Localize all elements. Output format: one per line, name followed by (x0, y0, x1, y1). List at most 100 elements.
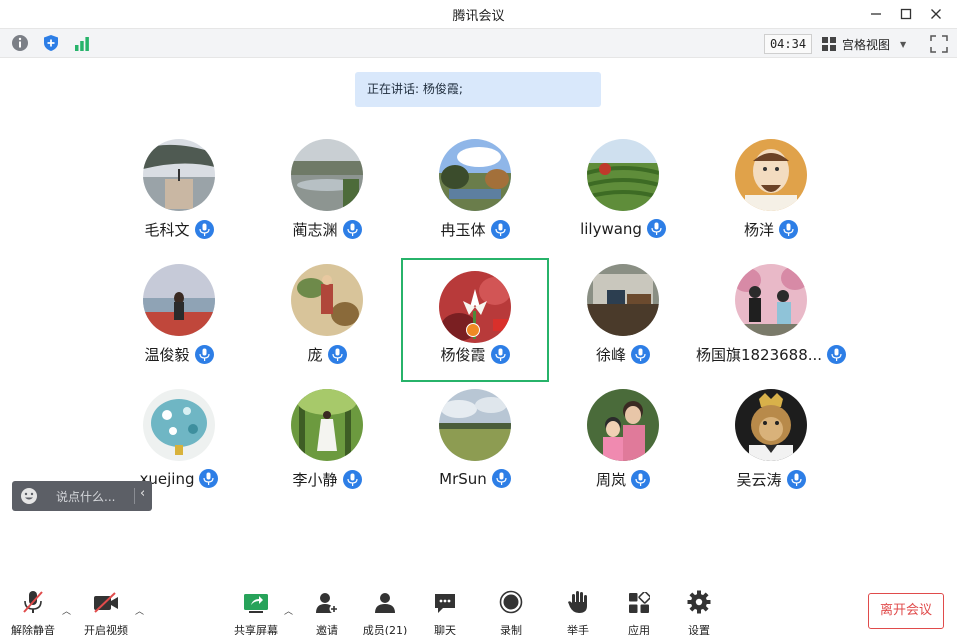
emoji-icon[interactable] (20, 487, 38, 505)
invite-button[interactable]: 邀请 (297, 590, 357, 635)
participant-name-row: 蔺志渊 (253, 219, 401, 240)
participant-name: 徐峰 (595, 346, 626, 364)
microphone-icon (631, 470, 650, 489)
active-speaker-tile[interactable]: 杨俊霞 (401, 258, 549, 382)
microphone-muted-icon (23, 591, 43, 613)
share-screen-button[interactable]: 共享屏幕 (226, 590, 286, 635)
participant-name: 毛科文 (144, 221, 190, 239)
shield-icon[interactable] (42, 34, 60, 52)
meeting-window: 腾讯会议 04:34 宫格视图 ▼ 正在讲话: 杨俊霞; 毛科文 蔺志渊 冉玉体… (0, 0, 957, 635)
microphone-icon (631, 345, 650, 364)
maximize-icon[interactable] (891, 2, 921, 26)
participant-tile[interactable]: 徐峰 (549, 251, 697, 375)
minimize-icon[interactable] (861, 2, 891, 26)
avatar (291, 139, 363, 211)
microphone-icon (199, 469, 219, 488)
microphone-icon (490, 220, 510, 239)
apps-icon (629, 592, 650, 613)
leave-meeting-button[interactable]: 离开会议 (868, 593, 944, 629)
participant-name-row: 李小静 (253, 469, 401, 490)
record-icon (499, 590, 523, 614)
chat-placeholder: 说点什么... (56, 489, 116, 504)
participant-tile[interactable]: 杨洋 (697, 126, 845, 250)
participant-name: 李小静 (292, 471, 338, 489)
unmute-button[interactable]: 解除静音 (3, 590, 63, 635)
microphone-icon (327, 345, 347, 364)
share-screen-label: 共享屏幕 (234, 624, 278, 635)
members-icon (375, 593, 395, 613)
participant-tile[interactable]: 庞 (253, 251, 401, 375)
microphone-icon (646, 219, 666, 238)
participant-name-row: 杨洋 (697, 219, 845, 240)
microphone-icon (491, 469, 511, 488)
participant-name: 温俊毅 (144, 346, 190, 364)
participant-tile[interactable]: 毛科文 (105, 126, 253, 250)
share-screen-icon (244, 594, 268, 613)
participant-tile[interactable]: MrSun (401, 376, 549, 500)
participant-tile[interactable]: 周岚 (549, 376, 697, 500)
avatar (439, 389, 511, 461)
participant-name: 杨俊霞 (440, 346, 486, 364)
participant-tile[interactable]: 温俊毅 (105, 251, 253, 375)
raise-hand-label: 举手 (567, 624, 589, 635)
participant-tile[interactable]: 李小静 (253, 376, 401, 500)
avatar (143, 264, 215, 336)
members-label: 成员(21) (362, 624, 408, 635)
info-icon[interactable] (11, 34, 29, 52)
avatar (439, 139, 511, 211)
view-mode-dropdown[interactable]: 宫格视图 ▼ (822, 32, 922, 56)
hand-icon (568, 591, 587, 613)
fullscreen-icon[interactable] (930, 35, 948, 53)
window-title: 腾讯会议 (452, 9, 505, 24)
unmute-label: 解除静音 (11, 624, 55, 635)
record-button[interactable]: 录制 (481, 590, 541, 635)
start-video-label: 开启视频 (84, 624, 128, 635)
avatar (143, 139, 215, 211)
chevron-up-icon[interactable]: ︿ (284, 604, 293, 617)
microphone-icon (194, 345, 214, 364)
start-video-button[interactable]: 开启视频 (76, 590, 136, 635)
invite-label: 邀请 (316, 624, 338, 635)
meeting-toolbar: 04:34 宫格视图 ▼ (0, 28, 957, 58)
chevron-left-icon[interactable]: ‹ (140, 486, 145, 501)
participant-name: MrSun (439, 469, 487, 488)
members-button[interactable]: 成员(21) (355, 590, 415, 635)
chat-input[interactable]: 说点什么... ‹ (12, 481, 152, 511)
chevron-up-icon[interactable]: ︿ (62, 604, 71, 617)
avatar (735, 139, 807, 211)
participant-name: 杨洋 (743, 221, 774, 239)
close-icon[interactable] (921, 2, 951, 26)
participant-name: 吴云涛 (736, 471, 782, 489)
chat-icon (435, 594, 455, 613)
participant-tile[interactable]: 杨国旗1823688... (695, 251, 847, 375)
active-speaker-banner: 正在讲话: 杨俊霞; (355, 72, 601, 107)
participant-name-row: 温俊毅 (105, 344, 253, 365)
participant-tile[interactable]: lilywang (549, 126, 697, 250)
chat-button[interactable]: 聊天 (415, 590, 475, 635)
add-user-icon (316, 593, 339, 614)
avatar (291, 389, 363, 461)
window-controls (861, 2, 951, 26)
microphone-icon (827, 345, 847, 364)
apps-button[interactable]: 应用 (609, 590, 669, 635)
avatar (735, 389, 807, 461)
signal-icon[interactable] (73, 34, 91, 52)
participant-tile[interactable]: 蔺志渊 (253, 126, 401, 250)
microphone-icon (342, 220, 362, 239)
host-badge-icon (466, 323, 480, 337)
participant-tile[interactable]: 吴云涛 (697, 376, 845, 500)
settings-button[interactable]: 设置 (669, 590, 729, 635)
view-mode-label: 宫格视图 (842, 37, 891, 52)
participant-name-row: lilywang (549, 219, 697, 238)
raise-hand-button[interactable]: 举手 (548, 590, 608, 635)
chevron-up-icon[interactable]: ︿ (135, 604, 144, 617)
grid-view-icon (822, 37, 836, 51)
microphone-icon (342, 470, 362, 489)
microphone-icon (779, 220, 798, 239)
participant-name-row: MrSun (401, 469, 549, 488)
chat-label: 聊天 (434, 624, 456, 635)
participant-tile[interactable]: 冉玉体 (401, 126, 549, 250)
record-label: 录制 (500, 624, 522, 635)
microphone-icon (194, 220, 214, 239)
participant-name: 杨国旗1823688... (695, 346, 823, 364)
